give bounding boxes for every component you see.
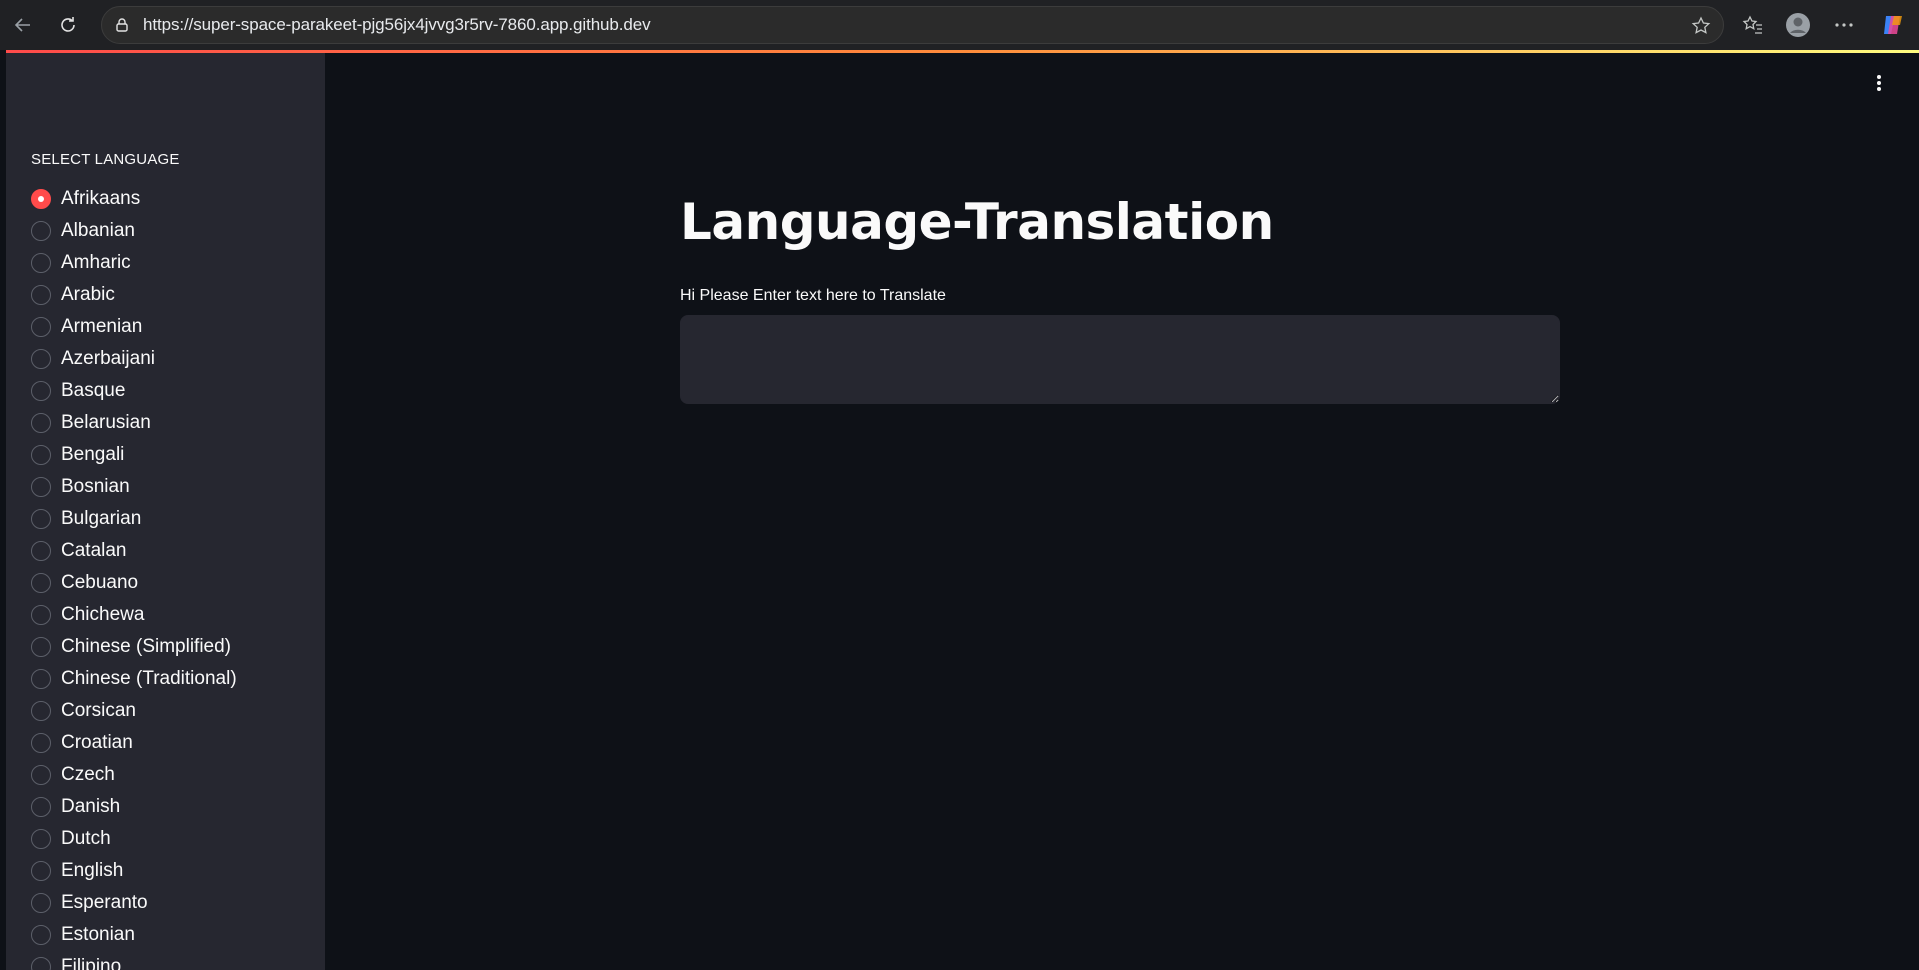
language-option[interactable]: Estonian (31, 919, 321, 951)
language-option-label: Filipino (61, 956, 122, 970)
language-option-label: Belarusian (61, 412, 151, 433)
main-menu-icon[interactable] (1867, 71, 1891, 95)
language-option-label: Armenian (61, 316, 143, 337)
radio-button[interactable] (31, 317, 51, 337)
favorites-icon[interactable] (1740, 12, 1766, 38)
app-container: SELECT LANGUAGE Afrikaans Albanian Amharic… (6, 53, 1919, 970)
language-option-label: Albanian (61, 220, 135, 241)
radio-button[interactable] (31, 413, 51, 433)
language-option[interactable]: Esperanto (31, 887, 321, 919)
language-option[interactable]: Bengali (31, 439, 321, 471)
radio-button[interactable] (31, 541, 51, 561)
browser-toolbar: https://super-space-parakeet-pjg56jx4jvv… (0, 0, 1919, 50)
radio-button[interactable] (31, 221, 51, 241)
language-option[interactable]: Chichewa (31, 599, 321, 631)
page-title: Language-Translation (680, 193, 1274, 251)
language-option[interactable]: Catalan (31, 535, 321, 567)
language-option[interactable]: Albanian (31, 215, 321, 247)
radio-button[interactable] (31, 477, 51, 497)
radio-button[interactable] (31, 797, 51, 817)
language-option[interactable]: English (31, 855, 321, 887)
radio-button[interactable] (31, 669, 51, 689)
language-option-label: Basque (61, 380, 126, 401)
language-option[interactable]: Filipino (31, 951, 321, 970)
language-option-label: Amharic (61, 252, 131, 273)
more-icon[interactable] (1831, 12, 1857, 38)
radio-button[interactable] (31, 957, 51, 970)
language-option[interactable]: Azerbaijani (31, 343, 321, 375)
language-option-label: Esperanto (61, 892, 148, 913)
copilot-icon[interactable] (1880, 12, 1906, 38)
language-option[interactable]: Amharic (31, 247, 321, 279)
radio-button[interactable] (31, 189, 51, 209)
lock-icon[interactable] (114, 17, 130, 33)
radio-button[interactable] (31, 445, 51, 465)
language-option-label: Catalan (61, 540, 127, 561)
radio-button[interactable] (31, 861, 51, 881)
back-arrow-icon[interactable] (10, 12, 36, 38)
translate-text-input[interactable] (680, 315, 1560, 404)
radio-button[interactable] (31, 765, 51, 785)
language-option[interactable]: Belarusian (31, 407, 321, 439)
language-option-label: Bulgarian (61, 508, 142, 529)
language-option-label: Estonian (61, 924, 135, 945)
language-option[interactable]: Armenian (31, 311, 321, 343)
language-option-label: Danish (61, 796, 121, 817)
language-option-label: Corsican (61, 700, 136, 721)
language-option-label: Azerbaijani (61, 348, 155, 369)
radio-button[interactable] (31, 509, 51, 529)
language-option-label: Bengali (61, 444, 125, 465)
language-option-label: Chinese (Simplified) (61, 636, 232, 657)
language-option-label: Bosnian (61, 476, 130, 497)
language-option-label: Croatian (61, 732, 133, 753)
language-option[interactable]: Arabic (31, 279, 321, 311)
language-radio-group: Afrikaans Albanian Amharic Arabic Armenian Az… (31, 183, 321, 970)
radio-button[interactable] (31, 701, 51, 721)
language-option[interactable]: Basque (31, 375, 321, 407)
language-option-label: English (61, 860, 124, 881)
sidebar: SELECT LANGUAGE Afrikaans Albanian Amharic… (6, 53, 325, 970)
radio-button[interactable] (31, 733, 51, 753)
language-option[interactable]: Chinese (Traditional) (31, 663, 321, 695)
language-option[interactable]: Czech (31, 759, 321, 791)
language-option[interactable]: Dutch (31, 823, 321, 855)
language-option-label: Dutch (61, 828, 111, 849)
language-option-label: Arabic (61, 284, 115, 305)
language-option-label: Afrikaans (61, 188, 141, 209)
sidebar-heading: SELECT LANGUAGE (31, 151, 180, 168)
language-option-label: Chinese (Traditional) (61, 668, 237, 689)
language-option[interactable]: Cebuano (31, 567, 321, 599)
radio-button[interactable] (31, 381, 51, 401)
reload-icon[interactable] (55, 12, 81, 38)
language-option[interactable]: Danish (31, 791, 321, 823)
url-text[interactable]: https://super-space-parakeet-pjg56jx4jvv… (143, 15, 651, 35)
radio-button[interactable] (31, 253, 51, 273)
radio-button[interactable] (31, 893, 51, 913)
language-option[interactable]: Corsican (31, 695, 321, 727)
language-option-label: Chichewa (61, 604, 145, 625)
profile-icon[interactable] (1785, 12, 1811, 38)
star-icon[interactable] (1691, 16, 1711, 36)
language-option-label: Czech (61, 764, 115, 785)
radio-button[interactable] (31, 829, 51, 849)
radio-button[interactable] (31, 637, 51, 657)
language-option-label: Cebuano (61, 572, 139, 593)
text-input-label: Hi Please Enter text here to Translate (680, 287, 946, 304)
radio-button[interactable] (31, 285, 51, 305)
address-bar[interactable]: https://super-space-parakeet-pjg56jx4jvv… (101, 6, 1724, 44)
radio-button[interactable] (31, 605, 51, 625)
language-option[interactable]: Chinese (Simplified) (31, 631, 321, 663)
language-option[interactable]: Bulgarian (31, 503, 321, 535)
language-option[interactable]: Bosnian (31, 471, 321, 503)
radio-button[interactable] (31, 925, 51, 945)
radio-button[interactable] (31, 349, 51, 369)
language-option[interactable]: Croatian (31, 727, 321, 759)
radio-button[interactable] (31, 573, 51, 593)
language-option[interactable]: Afrikaans (31, 183, 321, 215)
